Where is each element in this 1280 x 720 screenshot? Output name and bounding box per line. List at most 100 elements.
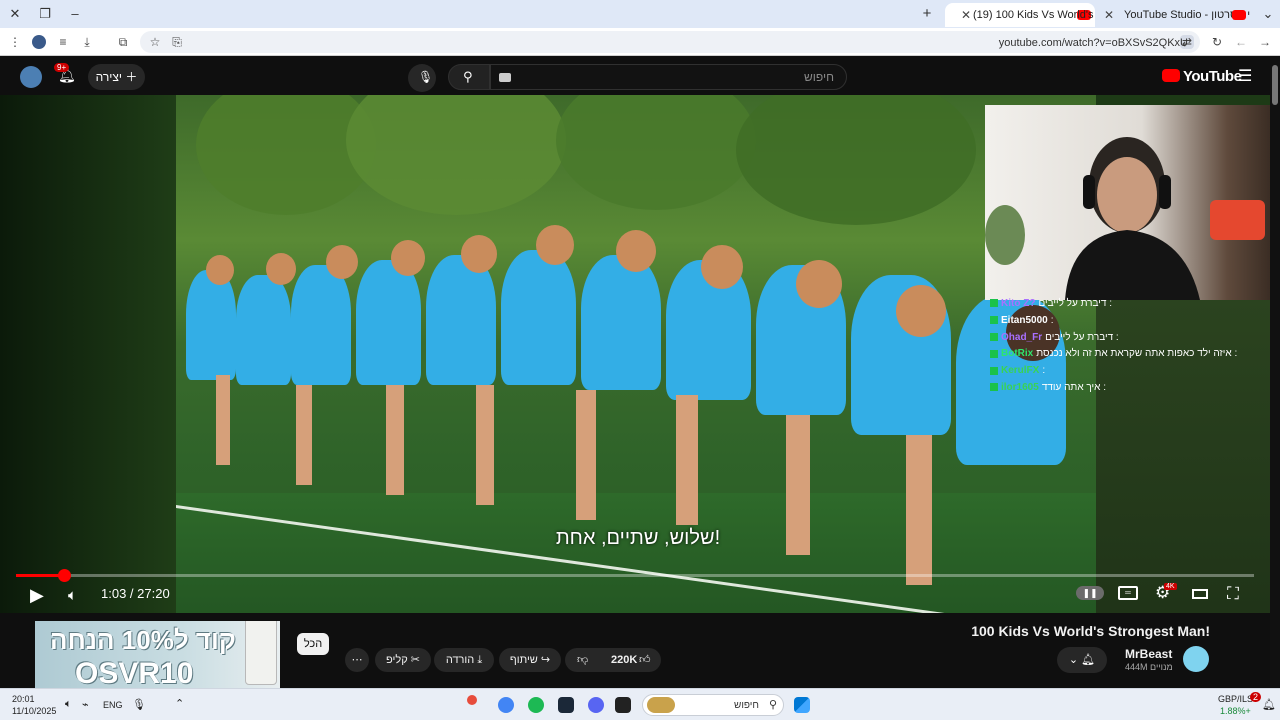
keyboard-icon[interactable] [499, 73, 511, 82]
streamer-webcam [985, 105, 1270, 300]
browser-tab-strip: ✕ ❐ – + (19) 100 Kids Vs World's Str ✕ ✕… [0, 0, 1280, 28]
search-placeholder: חיפוש [804, 70, 834, 84]
like-dislike-group[interactable]: 👎︎ 220K 👍︎ [565, 648, 661, 672]
share-button[interactable]: שיתוף ↪ [499, 648, 561, 672]
chat-overlay: Kito Z? דיברת על לייבים : Eitan5000: Ohad… [990, 298, 1260, 399]
clock-date[interactable]: 11/10/2025 [12, 706, 56, 716]
ad-code-text: OSVR10 [75, 657, 194, 689]
search-highlight-image [647, 697, 675, 713]
clip-label: קליפ [386, 654, 408, 666]
forward-icon[interactable]: ← [1234, 35, 1248, 49]
create-label: יצירה [95, 70, 123, 84]
install-app-icon[interactable]: ⎘ [170, 35, 184, 49]
page-scrollbar[interactable] [1270, 57, 1280, 688]
chat-message: ilor1605 איך אתה עודד : [990, 382, 1260, 399]
app-window-icon[interactable] [615, 697, 631, 713]
filter-chip-all[interactable]: הכל [297, 633, 329, 655]
taskbar-search-input[interactable]: חיפוש ⚲ [642, 694, 784, 716]
sponsor-ad-banner[interactable]: קוד ל10% הנחה OSVR10 [35, 621, 280, 689]
subtitles-icon[interactable]: ═ [1118, 586, 1138, 600]
ad-discount-text: קוד ל10% הנחה [50, 625, 236, 655]
video-title: 100 Kids Vs World's Strongest Man! [971, 623, 1210, 639]
mic-tray-icon[interactable]: 🎙︎ [132, 698, 146, 711]
hamburger-menu-icon[interactable]: ☰ [1238, 66, 1252, 86]
close-window-icon[interactable]: ✕ [4, 4, 26, 24]
subscribed-bell-button[interactable]: ⌄ 🔔︎ [1057, 647, 1107, 673]
download-button[interactable]: הורדה ⤓ [434, 648, 494, 672]
time-display: 1:03 / 27:20 [101, 586, 170, 601]
voice-search-button[interactable]: 🎙︎ [408, 64, 436, 92]
menu-icon[interactable]: ⋮ [8, 35, 22, 49]
network-icon[interactable]: ⌁ [82, 698, 89, 711]
microphone-icon: 🎙︎ [418, 70, 434, 84]
tab-close-icon[interactable]: ✕ [961, 3, 971, 27]
clock-time[interactable]: 20:01 [12, 694, 35, 704]
chat-message: Ohad_Fr דיברת על לייבים : [990, 332, 1260, 349]
new-tab-button[interactable]: + [916, 4, 938, 24]
youtube-logo-icon[interactable] [1162, 69, 1180, 82]
chat-message: BotRix איזה ילד כאפות אתה שקראת את זה ולא… [990, 348, 1260, 365]
extensions-icon[interactable]: ⧉ [116, 35, 130, 49]
video-player[interactable]: Kito Z? דיברת על לייבים : Eitan5000: Ohad… [0, 95, 1270, 613]
dislike-icon[interactable]: 👎︎ [577, 648, 588, 672]
windows-start-icon[interactable] [794, 697, 810, 713]
search-input[interactable]: חיפוש [490, 64, 847, 90]
channel-name[interactable]: MrBeast [1125, 647, 1172, 661]
clip-button[interactable]: קליפ ✂ [375, 648, 431, 672]
play-icon[interactable]: ▶ [30, 585, 44, 606]
discord-app-icon[interactable] [588, 697, 604, 713]
account-avatar[interactable] [20, 66, 42, 88]
recording-indicator-icon [467, 695, 477, 705]
subscriber-count: 444M מנויים [1125, 662, 1173, 672]
spotify-app-icon[interactable] [528, 697, 544, 713]
notification-badge: 2 [1250, 692, 1262, 702]
progress-bar[interactable] [16, 569, 1254, 582]
tab-title: (19) 100 Kids Vs World's Str [973, 9, 1095, 21]
tab-close-icon[interactable]: ✕ [1104, 3, 1114, 27]
video-left-blur [0, 95, 176, 613]
progress-fill [16, 574, 64, 577]
minimize-window-icon[interactable]: – [64, 4, 86, 24]
youtube-logo-text[interactable]: YouTube [1183, 68, 1242, 85]
chevron-up-icon[interactable]: ⌃ [175, 697, 184, 710]
restore-window-icon[interactable]: ❐ [34, 4, 56, 24]
streamer-figure [1065, 137, 1200, 300]
speaker-icon[interactable]: 🔈︎ [65, 698, 72, 711]
search-icon: ⚲ [768, 699, 777, 711]
profile-avatar[interactable] [32, 35, 46, 49]
autoplay-toggle[interactable]: ❚❚ [1076, 586, 1104, 600]
steam-app-icon[interactable] [558, 697, 574, 713]
more-actions-button[interactable]: ⋯ [345, 648, 369, 672]
like-icon[interactable]: 👍︎ [639, 648, 651, 672]
search-icon: ⚲ [463, 69, 473, 84]
media-icon[interactable]: ≡ [56, 35, 70, 49]
create-button[interactable]: יצירה ＋ [88, 64, 145, 90]
tab-search-icon[interactable]: ⌄ [1257, 4, 1279, 24]
currency-pair[interactable]: GBP/ILS [1218, 694, 1253, 704]
download-label: הורדה [445, 654, 475, 666]
progress-scrubber[interactable] [57, 569, 71, 582]
back-icon[interactable]: → [1258, 35, 1272, 49]
tab-youtube-studio[interactable]: ✕ YouTube Studio - פרטי הסרטון [1100, 3, 1250, 27]
chat-message: Eitan5000: [990, 315, 1260, 332]
like-count: 220K [611, 654, 638, 666]
browser-toolbar: ⋮ ≡ ⤓ ⧉ ☆ ⎘ ⇄ youtube.com/watch?v=oBXSvS… [0, 28, 1280, 56]
notifications-icon[interactable]: 🔔︎ [1262, 698, 1276, 711]
video-info-area: קוד ל10% הנחה OSVR10 הכל ⋯ קליפ ✂ הורדה … [0, 613, 1270, 689]
windows-taskbar: 20:01 11/10/2025 🔈︎ ⌁ ENG 🎙︎ ⌃ חיפוש ⚲ G… [0, 688, 1280, 720]
channel-avatar[interactable] [1183, 646, 1209, 672]
reload-icon[interactable]: ↻ [1210, 35, 1224, 49]
scrollbar-thumb[interactable] [1272, 65, 1278, 105]
search-button[interactable]: ⚲ [448, 64, 490, 90]
quality-badge: 4K [1164, 583, 1177, 590]
language-indicator[interactable]: ENG [103, 700, 123, 710]
youtube-header: 🔔︎ 9+ יצירה ＋ 🎙︎ ⚲ חיפוש YouTube ☰ [0, 57, 1270, 95]
volume-icon[interactable]: 🔈︎ [68, 587, 77, 604]
download-icon[interactable]: ⤓ [80, 35, 94, 49]
chat-message: Kito Z? דיברת על לייבים : [990, 298, 1260, 315]
fullscreen-icon[interactable]: ⛶ [1227, 584, 1239, 604]
theater-mode-icon[interactable] [1192, 589, 1208, 599]
tab-youtube-video[interactable]: (19) 100 Kids Vs World's Str ✕ [945, 3, 1095, 27]
chrome-app-icon[interactable] [498, 697, 514, 713]
bookmark-star-icon[interactable]: ☆ [148, 35, 162, 49]
